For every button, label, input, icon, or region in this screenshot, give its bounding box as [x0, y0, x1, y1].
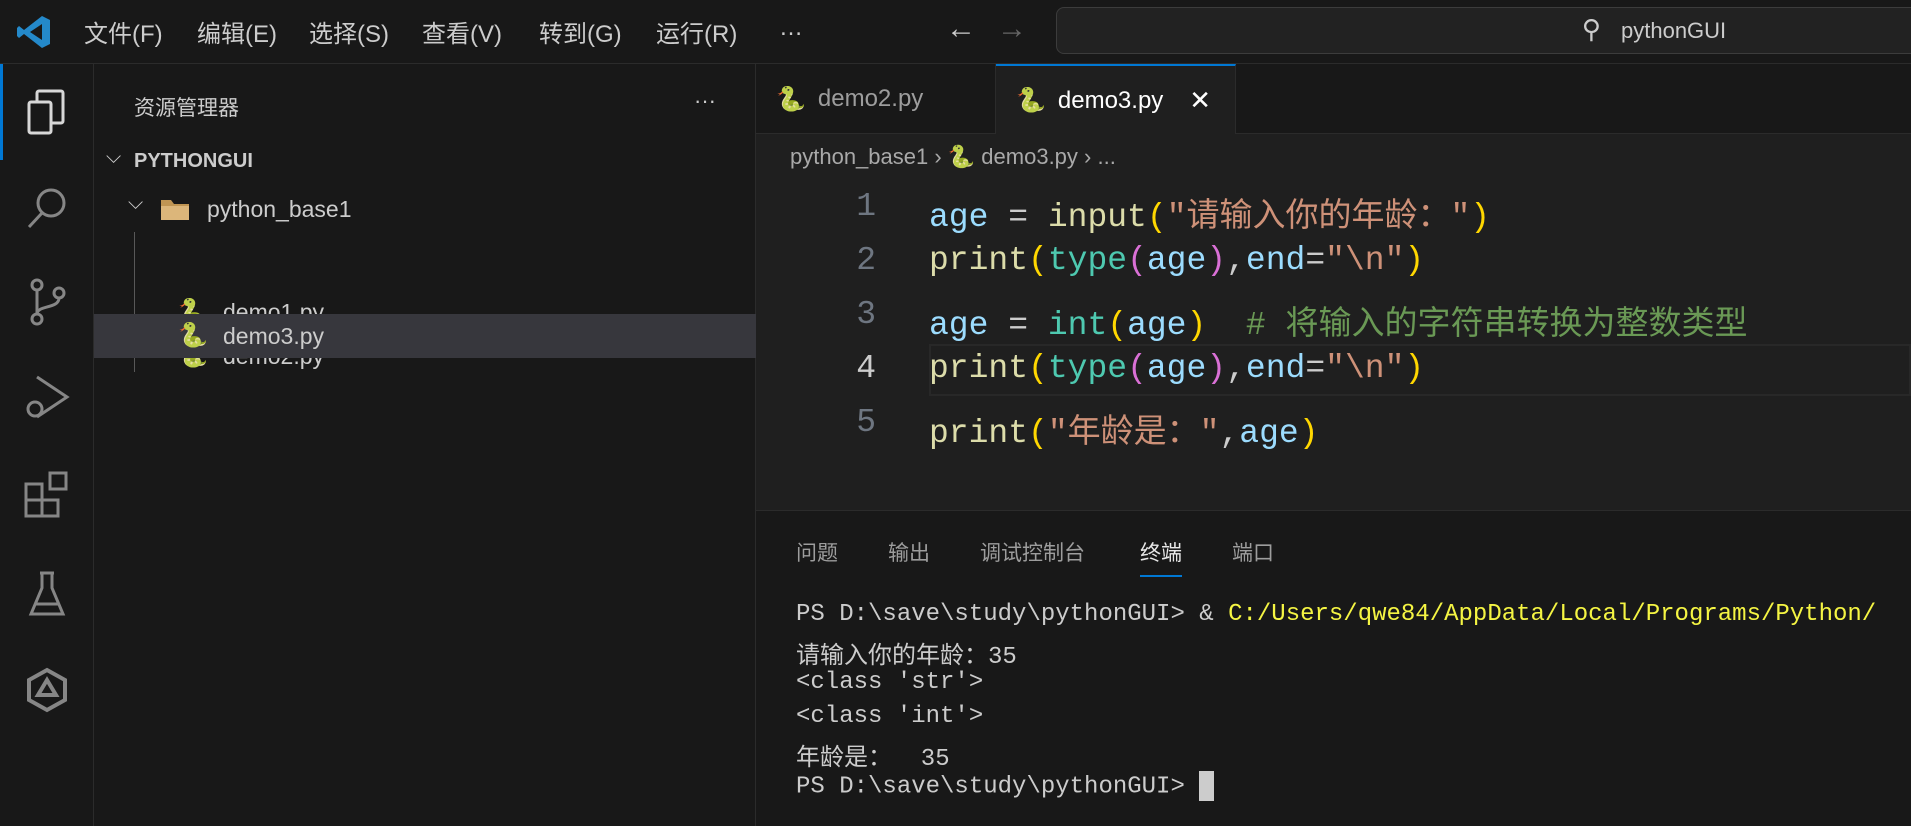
command-search-box[interactable]: ⚲ pythonGUI [1056, 7, 1911, 54]
breadcrumb-file[interactable]: demo3.py [981, 144, 1078, 169]
editor-tabs: 🐍 demo2.py 🐍 demo3.py ✕ [756, 64, 1911, 135]
breadcrumb-folder[interactable]: python_base1 [790, 144, 928, 169]
tab-label: demo3.py [1057, 86, 1164, 114]
testing-flask-icon[interactable] [0, 554, 94, 634]
panel-tab-debug-console[interactable]: 调试控制台 [980, 537, 1085, 567]
folder-label: python_base1 [207, 196, 352, 222]
explorer-title: 资源管理器 [134, 97, 239, 120]
activity-bar [0, 64, 94, 826]
code-editor[interactable]: python_base1 › 🐍 demo3.py › ... 1 2 3 4 … [756, 134, 1911, 510]
panel-tab-ports[interactable]: 端口 [1232, 537, 1274, 567]
explorer-icon[interactable] [0, 72, 94, 152]
terminal-line: 请输入你的年龄：35 [796, 644, 1017, 671]
terminal-cursor [1199, 771, 1215, 801]
python-file-icon: 🐍 [1016, 87, 1046, 114]
close-icon[interactable]: ✕ [1189, 85, 1211, 116]
panel-tab-terminal[interactable]: 终端 [1140, 537, 1182, 577]
code-line: print("年龄是：",age) [929, 415, 1319, 452]
panel-tab-output[interactable]: 输出 [888, 537, 930, 567]
code-line: age = int(age) # 将输入的字符串转换为整数类型 [929, 307, 1748, 344]
file-label: demo3.py [223, 323, 325, 349]
tree-root-pythongui[interactable]: ⌵ PYTHONGUI [94, 144, 756, 184]
chevron-down-icon: ⌵ [106, 146, 122, 168]
python-file-icon: 🐍 [178, 322, 208, 349]
menu-view[interactable]: 查看(V) [422, 14, 502, 49]
tab-demo2[interactable]: 🐍 demo2.py [756, 64, 996, 134]
source-control-icon[interactable] [0, 262, 94, 342]
tree-folder-python-base1[interactable]: ⌵ python_base1 [94, 188, 756, 232]
terminal-line: <class 'int'> [796, 703, 984, 730]
menu-run[interactable]: 运行(R) [656, 14, 737, 49]
code-line: print(type(age),end="\n") [929, 242, 1425, 279]
title-bar: 文件(F) 编辑(E) 选择(S) 查看(V) 转到(G) 运行(R) … ← … [0, 0, 1911, 64]
run-debug-icon[interactable] [0, 358, 94, 438]
chevron-down-icon: ⌵ [128, 192, 144, 214]
menu-edit[interactable]: 编辑(E) [197, 14, 277, 49]
forward-arrow-icon[interactable]: → [997, 12, 1027, 46]
menu-selection[interactable]: 选择(S) [309, 14, 389, 49]
menu-go[interactable]: 转到(G) [539, 14, 622, 49]
terminal-prompt-line[interactable]: PS D:\save\study\pythonGUI> [796, 771, 1215, 801]
search-view-icon[interactable] [0, 168, 94, 248]
back-arrow-icon[interactable]: ← [946, 12, 976, 46]
tab-label: demo2.py [817, 85, 924, 112]
folder-icon [161, 200, 189, 220]
line-number: 2 [856, 242, 876, 279]
tongyi-lingma-icon[interactable] [0, 650, 94, 730]
breadcrumb: python_base1 › 🐍 demo3.py › ... [790, 144, 1116, 169]
file-demo3-selected[interactable]: 🐍 demo3.py [94, 314, 756, 358]
terminal-line: PS D:\save\study\pythonGUI> & C:/Users/q… [796, 601, 1877, 628]
explorer-more-button[interactable]: ··· [694, 88, 716, 114]
vscode-logo-icon [17, 16, 50, 48]
terminal-line: <class 'str'> [796, 669, 984, 696]
explorer-sidebar: 资源管理器 ··· ⌵ PYTHONGUI ⌵ python_base1 🐍 d… [94, 64, 756, 826]
menu-file[interactable]: 文件(F) [84, 14, 163, 49]
code-line: age = input("请输入你的年龄：") [929, 199, 1491, 236]
line-number: 1 [856, 188, 876, 225]
line-number: 5 [856, 404, 876, 441]
search-icon: ⚲ [1582, 14, 1602, 44]
line-number: 3 [856, 296, 876, 333]
menu-more[interactable]: … [779, 14, 803, 42]
terminal-line: 年龄是： 35 [796, 746, 950, 773]
panel-tab-problems[interactable]: 问题 [796, 537, 838, 567]
code-line: print(type(age),end="\n") [929, 350, 1425, 387]
bottom-panel: 问题 输出 调试控制台 终端 端口 PS D:\save\study\pytho… [756, 510, 1911, 826]
search-text: pythonGUI [1621, 18, 1727, 43]
extensions-icon[interactable] [0, 454, 94, 534]
line-number: 4 [856, 350, 876, 387]
breadcrumb-more[interactable]: ... [1097, 144, 1115, 169]
root-folder-label: PYTHONGUI [134, 150, 253, 172]
python-file-icon: 🐍 [776, 85, 806, 113]
tab-demo3[interactable]: 🐍 demo3.py ✕ [996, 64, 1236, 135]
